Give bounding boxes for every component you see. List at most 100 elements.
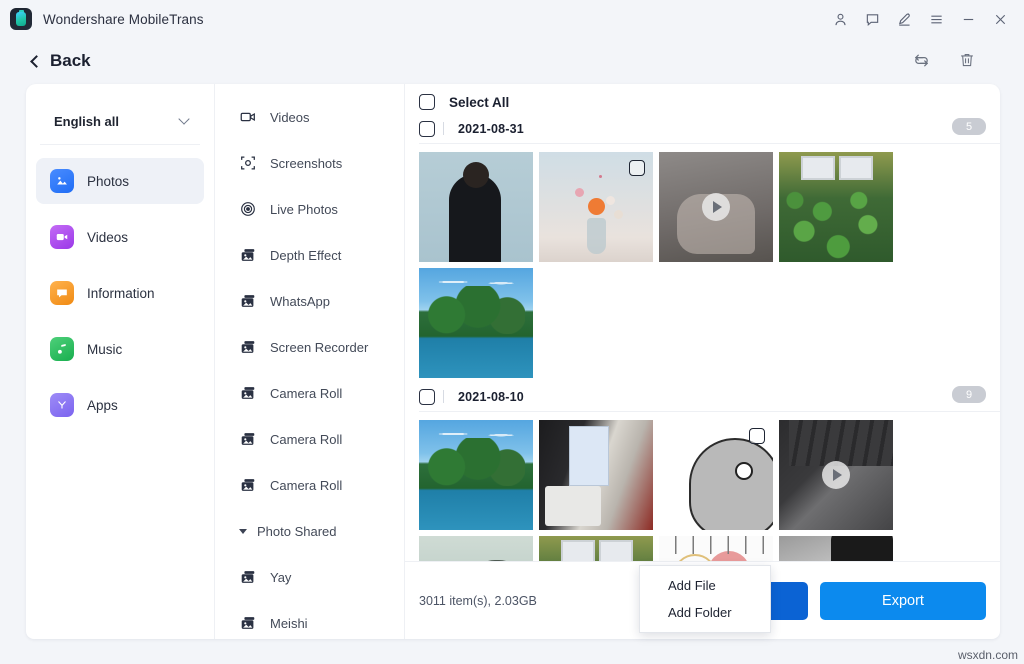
title-bar: Wondershare MobileTrans [0,0,1024,38]
thumbnail-grid [419,412,1000,561]
sync-icon[interactable] [907,46,935,74]
thumbnail-checkbox[interactable] [749,428,765,444]
context-menu: Add File Add Folder [639,565,771,633]
thumbnail-checkbox[interactable] [629,160,645,176]
album-item-label: Camera Roll [270,478,342,493]
date-group-header: 2021-08-10 9 [419,382,1000,412]
language-selector[interactable]: English all [40,104,200,138]
album-icon [239,614,257,632]
select-all-checkbox[interactable] [419,94,435,110]
group-count-badge: 5 [952,118,986,135]
live-photo-icon [239,200,257,218]
app-title: Wondershare MobileTrans [43,12,204,27]
thumbnail-grid [419,144,1000,382]
photo-thumbnail[interactable] [779,152,893,262]
context-menu-item-add-folder[interactable]: Add Folder [640,599,770,626]
toolbar-actions [907,46,981,74]
main-card: English all Photos Videos Info [26,84,1000,639]
apps-icon [50,393,74,417]
date-label: 2021-08-10 [458,390,524,404]
back-button-label: Back [50,51,91,71]
video-thumbnail[interactable] [659,152,773,262]
sidebar-item-label: Music [87,342,122,357]
photo-thumbnail[interactable] [419,420,533,530]
photo-thumbnail[interactable] [419,268,533,378]
window-controls [824,0,1016,38]
photo-thumbnail[interactable] [539,420,653,530]
sidebar-item-label: Apps [87,398,118,413]
album-icon [239,338,257,356]
photo-scroll-area[interactable]: Select All 2021-08-31 5 [405,84,1000,561]
trash-icon[interactable] [953,46,981,74]
minimize-icon[interactable] [952,4,984,34]
watermark: wsxdn.com [958,648,1018,662]
photo-thumbnail[interactable] [659,420,773,530]
album-icon [239,568,257,586]
information-icon [50,281,74,305]
album-item-whatsapp[interactable]: WhatsApp [215,278,404,324]
album-item-depth-effect[interactable]: Depth Effect [215,232,404,278]
album-item-yay[interactable]: Yay [215,554,404,600]
album-item-camera-roll-3[interactable]: Camera Roll [215,462,404,508]
photo-thumbnail[interactable] [419,536,533,561]
album-item-screenshots[interactable]: Screenshots [215,140,404,186]
album-item-camera-roll-2[interactable]: Camera Roll [215,416,404,462]
album-item-videos[interactable]: Videos [215,94,404,140]
select-all-label: Select All [449,95,509,110]
items-info-label: 3011 item(s), 2.03GB [419,594,537,608]
album-item-label: Depth Effect [270,248,341,263]
back-button[interactable]: Back [32,51,91,71]
photo-thumbnail[interactable] [659,536,773,561]
sidebar-item-music[interactable]: Music [36,326,204,372]
album-group-photo-shared[interactable]: Photo Shared [215,508,404,554]
play-icon [702,193,730,221]
photo-thumbnail[interactable] [419,152,533,262]
sidebar-item-information[interactable]: Information [36,270,204,316]
album-item-meishi[interactable]: Meishi [215,600,404,639]
album-icon [239,430,257,448]
close-icon[interactable] [984,4,1016,34]
group-checkbox[interactable] [419,389,435,405]
edit-icon[interactable] [888,4,920,34]
divider [443,122,444,135]
photos-icon [50,169,74,193]
sidebar-item-videos[interactable]: Videos [36,214,204,260]
album-group-label: Photo Shared [257,524,337,539]
export-button[interactable]: Export [820,582,986,620]
app-logo-icon [10,8,32,30]
sidebar-item-label: Photos [87,174,129,189]
chevron-left-icon [30,55,43,68]
account-icon[interactable] [824,4,856,34]
language-selector-label: English all [54,114,119,129]
photo-thumbnail[interactable] [539,536,653,561]
album-item-label: WhatsApp [270,294,330,309]
sidebar-divider [40,144,200,145]
group-checkbox[interactable] [419,121,435,137]
album-item-camera-roll-1[interactable]: Camera Roll [215,370,404,416]
sidebar-item-label: Information [87,286,155,301]
divider [443,390,444,403]
feedback-icon[interactable] [856,4,888,34]
menu-icon[interactable] [920,4,952,34]
sidebar-item-label: Videos [87,230,128,245]
video-thumbnail[interactable] [779,420,893,530]
videos-icon [50,225,74,249]
triangle-down-icon [239,529,247,534]
play-icon [822,461,850,489]
content-panel: Select All 2021-08-31 5 [405,84,1000,639]
context-menu-item-add-file[interactable]: Add File [640,572,770,599]
album-icon [239,292,257,310]
video-thumbnail[interactable] [779,536,893,561]
application-window: Wondershare MobileTrans [0,0,1024,664]
sidebar-item-photos[interactable]: Photos [36,158,204,204]
toolbar: Back [0,38,1024,84]
album-item-label: Yay [270,570,291,585]
music-icon [50,337,74,361]
photo-thumbnail[interactable] [539,152,653,262]
album-item-screen-recorder[interactable]: Screen Recorder [215,324,404,370]
sidebar-item-apps[interactable]: Apps [36,382,204,428]
date-group-header: 2021-08-31 5 [419,114,1000,144]
album-item-label: Camera Roll [270,432,342,447]
album-item-live-photos[interactable]: Live Photos [215,186,404,232]
album-item-label: Camera Roll [270,386,342,401]
